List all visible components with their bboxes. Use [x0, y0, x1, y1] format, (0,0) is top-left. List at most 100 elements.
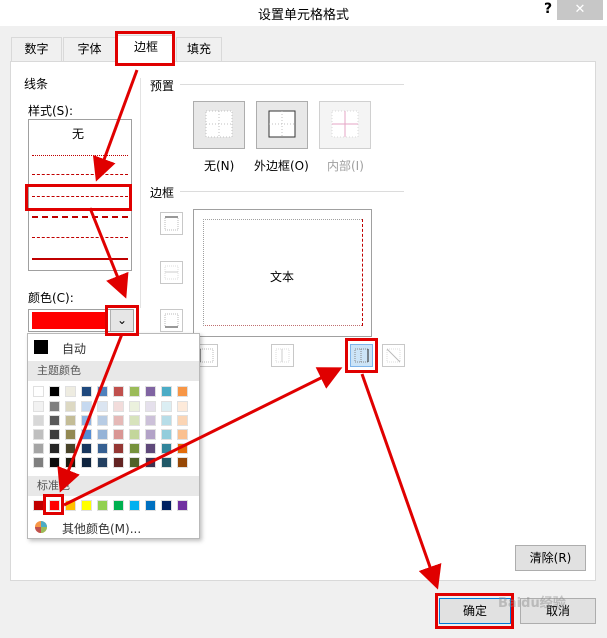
line-style-dashed-fine[interactable]	[32, 174, 128, 175]
standard-color-swatch[interactable]	[65, 500, 76, 511]
theme-color-swatch[interactable]	[33, 457, 44, 468]
theme-color-swatch[interactable]	[161, 443, 172, 454]
standard-color-swatch[interactable]	[81, 500, 92, 511]
border-group-title: 边框	[150, 186, 175, 200]
theme-color-swatch[interactable]	[161, 401, 172, 412]
line-style-solid[interactable]	[32, 258, 128, 260]
standard-color-swatch[interactable]	[177, 500, 188, 511]
theme-color-swatch[interactable]	[129, 443, 140, 454]
theme-color-swatch[interactable]	[97, 401, 108, 412]
theme-color-swatch[interactable]	[113, 401, 124, 412]
theme-color-swatch[interactable]	[113, 443, 124, 454]
preview-text: 文本	[270, 270, 295, 284]
theme-color-swatch[interactable]	[81, 386, 92, 397]
border-diagonal-button[interactable]	[382, 344, 405, 367]
theme-color-swatch[interactable]	[97, 386, 108, 397]
more-colors-icon	[35, 521, 47, 533]
theme-color-swatch[interactable]	[177, 401, 188, 412]
theme-color-swatch[interactable]	[145, 429, 156, 440]
theme-color-swatch[interactable]	[161, 415, 172, 426]
theme-color-swatch[interactable]	[97, 457, 108, 468]
standard-color-swatch[interactable]	[145, 500, 156, 511]
theme-color-swatch[interactable]	[177, 443, 188, 454]
theme-color-swatch[interactable]	[113, 386, 124, 397]
more-colors-label[interactable]: 其他颜色(M)...	[62, 520, 141, 537]
preview-bottom-border	[203, 325, 362, 326]
border-middle-vertical-button[interactable]	[271, 344, 294, 367]
theme-color-swatch[interactable]	[161, 386, 172, 397]
theme-color-swatch[interactable]	[49, 415, 60, 426]
theme-color-swatch[interactable]	[161, 457, 172, 468]
theme-color-swatch[interactable]	[177, 429, 188, 440]
close-button[interactable]: ✕	[557, 0, 603, 20]
theme-color-swatch[interactable]	[129, 457, 140, 468]
theme-color-swatch[interactable]	[97, 429, 108, 440]
theme-color-swatch[interactable]	[161, 429, 172, 440]
highlight-line-style	[25, 184, 132, 211]
line-style-dashed[interactable]	[32, 237, 128, 238]
theme-color-swatch[interactable]	[145, 386, 156, 397]
standard-colors-header: 标准色	[28, 476, 199, 496]
theme-color-swatch[interactable]	[177, 415, 188, 426]
theme-color-swatch[interactable]	[49, 401, 60, 412]
theme-color-swatch[interactable]	[113, 457, 124, 468]
line-style-none[interactable]: 无	[72, 125, 84, 142]
standard-color-swatch[interactable]	[97, 500, 108, 511]
theme-color-swatch[interactable]	[129, 401, 140, 412]
clear-button[interactable]: 清除(R)	[515, 545, 586, 571]
theme-color-swatch[interactable]	[33, 429, 44, 440]
standard-color-swatch[interactable]	[161, 500, 172, 511]
style-label: 样式(S):	[28, 104, 74, 118]
preset-none-button[interactable]	[193, 101, 245, 149]
standard-color-swatch[interactable]	[129, 500, 140, 511]
preset-outline-button[interactable]	[256, 101, 308, 149]
theme-color-swatch[interactable]	[129, 386, 140, 397]
theme-color-swatch[interactable]	[33, 401, 44, 412]
help-button[interactable]: ?	[541, 1, 555, 21]
border-bottom-button[interactable]	[160, 309, 183, 332]
theme-color-swatch[interactable]	[65, 386, 76, 397]
theme-color-swatch[interactable]	[145, 457, 156, 468]
border-middle-horizontal-button[interactable]	[160, 261, 183, 284]
tab-number[interactable]: 数字	[11, 37, 62, 62]
theme-color-swatch[interactable]	[113, 429, 124, 440]
standard-color-swatch[interactable]	[113, 500, 124, 511]
line-style-dotted[interactable]	[32, 155, 128, 156]
theme-color-swatch[interactable]	[177, 457, 188, 468]
theme-color-swatch[interactable]	[65, 443, 76, 454]
preset-inside-button[interactable]	[319, 101, 371, 149]
theme-color-swatch[interactable]	[33, 386, 44, 397]
tab-fill[interactable]: 填充	[176, 37, 222, 62]
auto-color-swatch[interactable]	[34, 340, 48, 354]
theme-color-swatch[interactable]	[33, 415, 44, 426]
theme-color-swatch[interactable]	[49, 457, 60, 468]
border-top-button[interactable]	[160, 212, 183, 235]
theme-color-swatch[interactable]	[49, 429, 60, 440]
theme-color-swatch[interactable]	[81, 415, 92, 426]
theme-color-swatch[interactable]	[65, 401, 76, 412]
theme-color-swatch[interactable]	[97, 443, 108, 454]
theme-color-swatch[interactable]	[145, 415, 156, 426]
theme-color-swatch[interactable]	[81, 429, 92, 440]
theme-color-swatch[interactable]	[81, 401, 92, 412]
theme-color-swatch[interactable]	[177, 386, 188, 397]
theme-color-swatch[interactable]	[49, 443, 60, 454]
theme-colors-header: 主题颜色	[28, 361, 199, 381]
auto-color-label[interactable]: 自动	[62, 340, 86, 357]
theme-color-swatch[interactable]	[81, 443, 92, 454]
line-style-dash-dot[interactable]	[32, 216, 128, 218]
theme-color-swatch[interactable]	[65, 457, 76, 468]
theme-color-swatch[interactable]	[81, 457, 92, 468]
theme-color-swatch[interactable]	[145, 443, 156, 454]
theme-color-swatch[interactable]	[129, 415, 140, 426]
theme-color-swatch[interactable]	[145, 401, 156, 412]
theme-color-swatch[interactable]	[97, 415, 108, 426]
theme-color-swatch[interactable]	[129, 429, 140, 440]
preview-top-border	[203, 219, 362, 220]
theme-color-swatch[interactable]	[49, 386, 60, 397]
tab-font[interactable]: 字体	[63, 37, 116, 62]
theme-color-swatch[interactable]	[113, 415, 124, 426]
theme-color-swatch[interactable]	[33, 443, 44, 454]
theme-color-swatch[interactable]	[65, 415, 76, 426]
theme-color-swatch[interactable]	[65, 429, 76, 440]
